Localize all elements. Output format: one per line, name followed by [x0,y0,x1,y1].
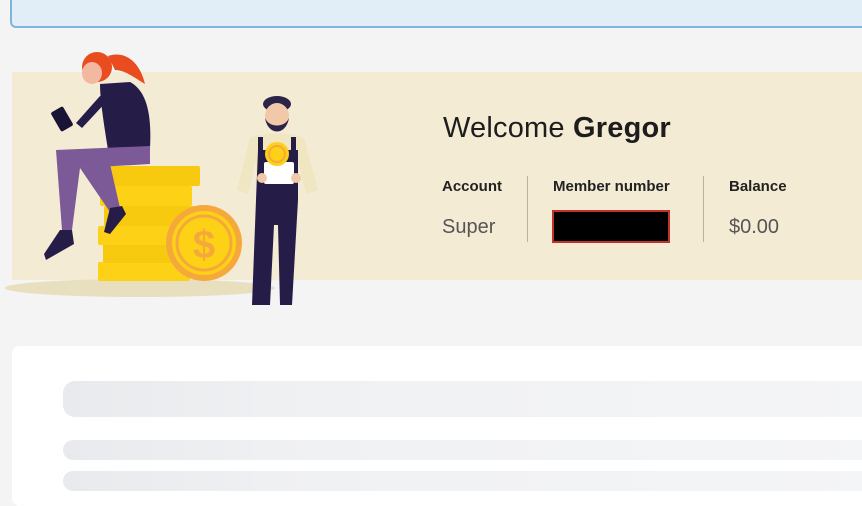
svg-text:$: $ [193,223,215,267]
user-name: Gregor [573,112,671,144]
member-number-redacted [552,210,670,243]
account-label: Account [442,178,502,195]
loading-placeholder [63,440,862,460]
notification-banner [10,0,862,28]
member-number-label: Member number [553,178,670,195]
balance-label: Balance [729,178,787,195]
dollar-coin-icon: $ [166,205,242,281]
loading-placeholder [63,471,862,491]
welcome-illustration: $ [5,52,318,305]
welcome-greeting: Welcome [443,112,565,144]
account-value: Super [442,216,496,238]
balance-value: $0.00 [729,216,780,238]
loading-placeholder [63,381,862,417]
welcome-heading: Welcome Gregor [443,112,671,145]
man-figure [237,96,318,305]
stat-divider [703,176,704,242]
stat-divider [527,176,528,242]
